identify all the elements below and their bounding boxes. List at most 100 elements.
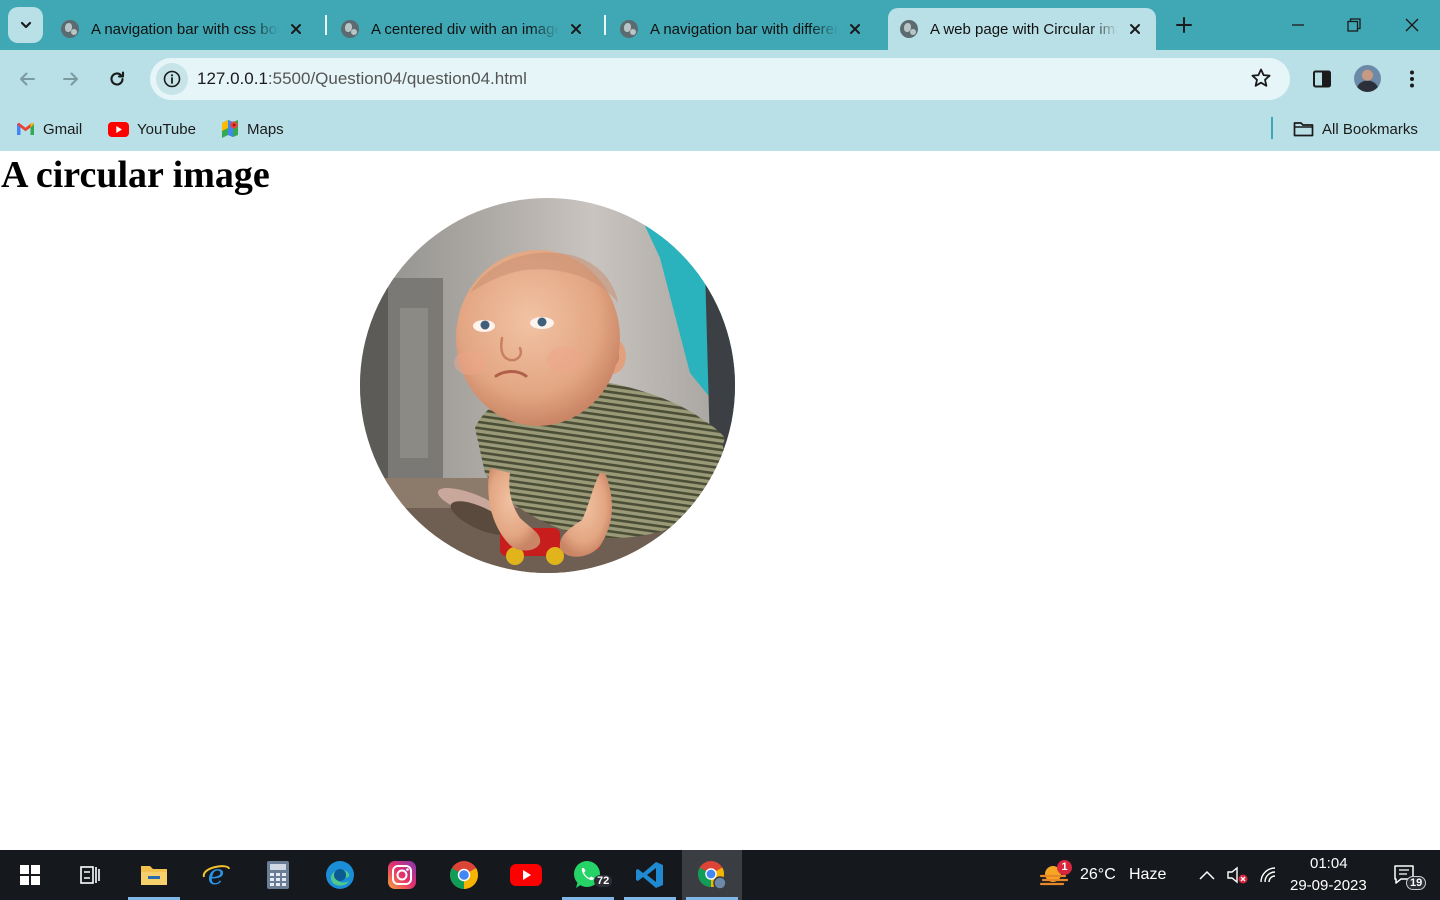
calculator-icon bbox=[267, 861, 289, 889]
reload-icon bbox=[110, 71, 125, 86]
weather-badge: 1 bbox=[1057, 860, 1072, 875]
tab-navigation-bar-colors[interactable]: A navigation bar with different colors bbox=[608, 8, 876, 50]
taskbar-calculator[interactable] bbox=[248, 850, 308, 900]
chrome-profile-icon bbox=[697, 861, 727, 890]
circular-image bbox=[360, 198, 735, 573]
chevron-down-icon bbox=[20, 21, 31, 29]
close-window-button[interactable] bbox=[1384, 0, 1440, 50]
tab-circular-image[interactable]: A web page with Circular image bbox=[888, 8, 1156, 50]
side-panel-icon bbox=[1313, 70, 1331, 88]
tab-divider bbox=[325, 15, 327, 35]
url-text[interactable]: 127.0.0.1:5500/Question04/question04.htm… bbox=[197, 69, 527, 89]
youtube-icon bbox=[510, 864, 542, 886]
url-host: 127.0.0.1 bbox=[197, 69, 268, 88]
gmail-icon bbox=[17, 122, 34, 135]
bookmarks-divider bbox=[1271, 117, 1273, 139]
tab-search-button[interactable] bbox=[8, 7, 43, 43]
all-bookmarks-label: All Bookmarks bbox=[1322, 120, 1418, 138]
tab-title: A centered div with an image bbox=[371, 20, 559, 38]
edge-icon bbox=[326, 861, 354, 889]
bookmark-label: Maps bbox=[247, 120, 284, 138]
side-panel-button[interactable] bbox=[1305, 62, 1339, 96]
taskbar-internet-explorer[interactable]: e bbox=[186, 850, 246, 900]
taskbar-whatsapp[interactable]: 72 bbox=[558, 850, 618, 900]
task-view-icon bbox=[80, 866, 100, 884]
chrome-icon bbox=[450, 861, 478, 889]
taskbar-edge[interactable] bbox=[310, 850, 370, 900]
clock-date[interactable]: 29-09-2023 bbox=[1290, 877, 1367, 894]
browser-menu-button[interactable] bbox=[1395, 62, 1429, 96]
close-icon[interactable] bbox=[844, 18, 866, 40]
tab-title: A navigation bar with different colors bbox=[650, 20, 838, 38]
taskbar-instagram[interactable] bbox=[372, 850, 432, 900]
close-icon[interactable] bbox=[285, 18, 307, 40]
star-icon bbox=[1251, 68, 1271, 87]
taskbar-chrome-active[interactable] bbox=[682, 850, 742, 900]
notifications-button[interactable]: 19 bbox=[1380, 850, 1430, 900]
arrow-right-icon bbox=[63, 72, 78, 86]
bookmark-label: YouTube bbox=[137, 120, 196, 138]
maps-icon bbox=[222, 120, 238, 138]
chevron-up-icon bbox=[1199, 870, 1215, 880]
bookmark-label: Gmail bbox=[43, 120, 83, 138]
arrow-left-icon bbox=[20, 72, 35, 86]
globe-icon bbox=[620, 20, 638, 38]
volume-button[interactable] bbox=[1222, 850, 1252, 900]
bookmark-gmail[interactable]: Gmail bbox=[16, 116, 82, 142]
reload-button[interactable] bbox=[100, 62, 134, 96]
taskbar-youtube[interactable] bbox=[496, 850, 556, 900]
taskbar-vscode[interactable] bbox=[620, 850, 680, 900]
close-icon[interactable] bbox=[565, 18, 587, 40]
vscode-icon bbox=[636, 862, 663, 888]
whatsapp-badge: 72 bbox=[594, 875, 613, 887]
taskbar-file-explorer[interactable] bbox=[124, 850, 184, 900]
plus-icon bbox=[1176, 17, 1192, 33]
url-path: :5500/Question04/question04.html bbox=[267, 69, 527, 88]
bookmark-youtube[interactable]: YouTube bbox=[108, 116, 196, 142]
tab-centered-div[interactable]: A centered div with an image bbox=[329, 8, 597, 50]
back-button[interactable] bbox=[10, 62, 44, 96]
windows-taskbar: e 72 1 26°C Haze 01:04 29-09-2023 19 bbox=[0, 850, 1440, 900]
baby-photo bbox=[360, 198, 735, 573]
task-view-button[interactable] bbox=[60, 850, 120, 900]
browser-toolbar: 127.0.0.1:5500/Question04/question04.htm… bbox=[0, 50, 1440, 107]
tab-navigation-bar-css-border[interactable]: A navigation bar with css border bbox=[49, 8, 317, 50]
wifi-icon bbox=[1260, 867, 1276, 883]
new-tab-button[interactable] bbox=[1170, 11, 1198, 39]
volume-muted-icon bbox=[1227, 866, 1248, 884]
taskbar-chrome[interactable] bbox=[434, 850, 494, 900]
info-icon bbox=[163, 70, 181, 88]
minimize-button[interactable] bbox=[1270, 0, 1326, 50]
internet-explorer-icon: e bbox=[202, 861, 230, 889]
globe-icon bbox=[61, 20, 79, 38]
folder-icon bbox=[141, 866, 167, 885]
restore-button[interactable] bbox=[1326, 0, 1382, 50]
web-page-content: A circular image bbox=[0, 151, 1440, 850]
folder-icon bbox=[1293, 122, 1314, 137]
close-icon bbox=[1405, 18, 1419, 32]
bookmarks-bar: Gmail YouTube Maps All Bookmarks bbox=[0, 107, 1440, 151]
clock-time[interactable]: 01:04 bbox=[1310, 855, 1348, 872]
show-hidden-icons-button[interactable] bbox=[1192, 850, 1222, 900]
address-bar[interactable]: 127.0.0.1:5500/Question04/question04.htm… bbox=[150, 58, 1290, 100]
bookmark-star-button[interactable] bbox=[1250, 67, 1272, 94]
weather-widget[interactable]: 1 bbox=[1026, 850, 1082, 900]
notifications-badge: 19 bbox=[1406, 876, 1427, 890]
weather-description: Haze bbox=[1129, 866, 1167, 883]
start-button[interactable] bbox=[0, 850, 60, 900]
tab-title: A web page with Circular image bbox=[930, 20, 1118, 38]
forward-button[interactable] bbox=[54, 62, 88, 96]
minimize-icon bbox=[1292, 24, 1304, 26]
tab-strip: A navigation bar with css border A cente… bbox=[0, 0, 1440, 50]
all-bookmarks-button[interactable]: All Bookmarks bbox=[1293, 116, 1418, 142]
more-vertical-icon bbox=[1410, 70, 1414, 88]
bookmark-maps[interactable]: Maps bbox=[221, 116, 284, 142]
profile-avatar[interactable] bbox=[1354, 65, 1381, 92]
close-icon[interactable] bbox=[1124, 18, 1146, 40]
site-info-button[interactable] bbox=[156, 63, 188, 95]
tab-title: A navigation bar with css border bbox=[91, 20, 279, 38]
youtube-icon bbox=[108, 121, 129, 137]
windows-logo-icon bbox=[20, 865, 40, 885]
weather-temperature: 26°C bbox=[1080, 866, 1116, 883]
network-button[interactable] bbox=[1254, 850, 1284, 900]
